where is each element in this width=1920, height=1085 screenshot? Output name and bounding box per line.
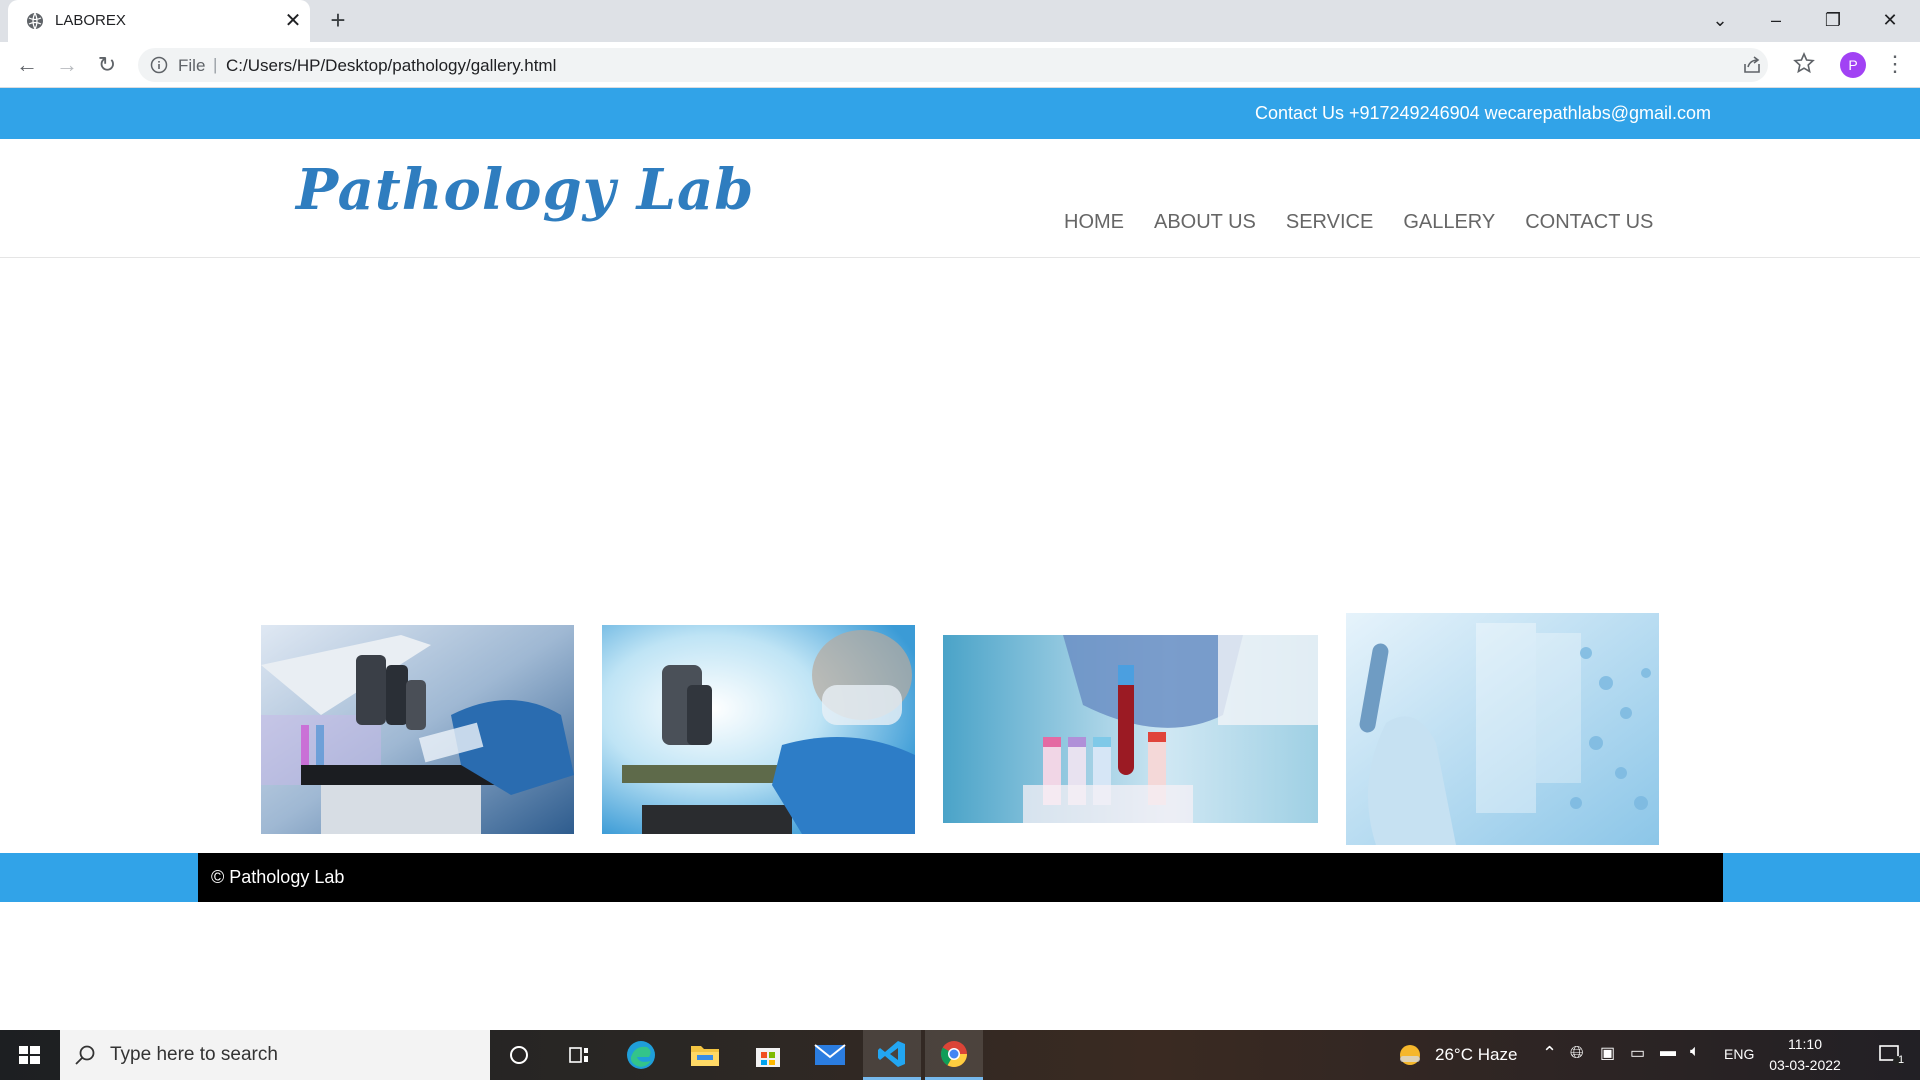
tab-title: LABOREX	[55, 12, 126, 29]
copyright-text: © Pathology Lab	[211, 867, 345, 887]
new-tab-button[interactable]: +	[324, 6, 352, 34]
info-icon[interactable]	[150, 56, 168, 74]
page-content: Contact Us +917249246904 wecarepathlabs@…	[0, 88, 1920, 1030]
task-view-icon[interactable]	[550, 1030, 608, 1080]
meet-now-icon[interactable]: ▣	[1600, 1043, 1615, 1063]
nav-service[interactable]: SERVICE	[1286, 211, 1373, 234]
test-tube-dna-photo[interactable]	[1346, 613, 1659, 845]
microscope-slide-photo[interactable]	[261, 625, 574, 834]
edge-browser-icon[interactable]	[612, 1030, 670, 1080]
nav-gallery[interactable]: GALLERY	[1403, 211, 1495, 234]
share-icon[interactable]	[1742, 55, 1762, 75]
nav-about-us[interactable]: ABOUT US	[1154, 211, 1256, 234]
reload-icon[interactable]: ↻	[93, 51, 121, 79]
site-logo[interactable]: Pathology Lab	[296, 157, 754, 223]
more-menu-icon[interactable]: ⋮	[1884, 50, 1906, 78]
browser-toolbar: ← → ↻ File | C:/Users/HP/Desktop/patholo…	[0, 42, 1920, 88]
url-text[interactable]: C:/Users/HP/Desktop/pathology/gallery.ht…	[226, 56, 556, 76]
notification-count: 1	[1898, 1054, 1905, 1066]
clock-time: 11:10	[1788, 1036, 1822, 1052]
clock-date: 03-03-2022	[1769, 1057, 1841, 1073]
scientist-microscope-photo[interactable]	[602, 625, 915, 834]
close-window-icon[interactable]: ✕	[1870, 5, 1910, 35]
weather-sun-icon[interactable]	[1381, 1030, 1439, 1080]
volume-icon[interactable]: 🔈︎	[1690, 1043, 1700, 1061]
profile-avatar[interactable]: P	[1840, 52, 1866, 78]
chevron-up-icon[interactable]: ⌃	[1542, 1043, 1557, 1064]
globe-icon	[27, 12, 43, 30]
minimize-icon[interactable]: –	[1756, 5, 1796, 35]
search-icon	[75, 1045, 95, 1065]
globe-network-icon[interactable]: 🌐︎	[1570, 1043, 1584, 1063]
tab-search-icon[interactable]: ⌄	[1700, 5, 1740, 35]
browser-tab[interactable]: LABOREX ✕	[8, 0, 310, 42]
display-icon[interactable]: ▭	[1630, 1043, 1645, 1063]
windows-taskbar: Type here to search 26°C Haze ⌃ 🌐︎ ▣ ▭ ▬…	[0, 1030, 1920, 1080]
tab-strip: LABOREX ✕ + ⌄ – ❐ ✕	[0, 0, 1920, 42]
notification-icon[interactable]: 1	[1862, 1030, 1920, 1080]
blood-sample-tubes-photo[interactable]	[943, 635, 1318, 823]
file-explorer-icon[interactable]	[676, 1030, 734, 1080]
language-indicator[interactable]: ENG	[1724, 1046, 1754, 1062]
contact-info: Contact Us +917249246904 wecarepathlabs@…	[1254, 103, 1711, 123]
start-button[interactable]	[0, 1030, 60, 1080]
cortana-icon[interactable]	[490, 1030, 548, 1080]
battery-icon[interactable]: ▬	[1660, 1043, 1676, 1061]
clock[interactable]: 11:10 03-03-2022	[1762, 1034, 1848, 1076]
footer-inner: © Pathology Lab	[198, 853, 1723, 902]
search-placeholder: Type here to search	[110, 1044, 278, 1065]
address-bar[interactable]: File | C:/Users/HP/Desktop/pathology/gal…	[138, 48, 1768, 82]
forward-icon[interactable]: →	[53, 51, 81, 79]
taskbar-search[interactable]: Type here to search	[60, 1030, 490, 1080]
microsoft-store-icon[interactable]	[739, 1030, 797, 1080]
address-prefix: File	[178, 56, 206, 75]
main-nav: HOME ABOUT US SERVICE GALLERY CONTACT US	[1064, 211, 1683, 234]
back-icon[interactable]: ←	[13, 51, 41, 79]
address-separator: |	[213, 55, 218, 74]
nav-contact-us[interactable]: CONTACT US	[1525, 211, 1653, 234]
vscode-icon[interactable]	[863, 1030, 921, 1080]
restore-icon[interactable]: ❐	[1813, 5, 1853, 35]
weather-text[interactable]: 26°C Haze	[1435, 1045, 1517, 1065]
footer: © Pathology Lab	[0, 853, 1920, 902]
site-header: Pathology Lab HOME ABOUT US SERVICE GALL…	[0, 139, 1920, 258]
contact-bar: Contact Us +917249246904 wecarepathlabs@…	[0, 88, 1920, 139]
bookmark-star-icon[interactable]	[1793, 52, 1815, 74]
mail-icon[interactable]	[801, 1030, 859, 1080]
chrome-icon[interactable]	[925, 1030, 983, 1080]
close-tab-icon[interactable]: ✕	[282, 10, 304, 32]
nav-home[interactable]: HOME	[1064, 211, 1124, 234]
windows-logo-icon	[19, 1046, 40, 1064]
